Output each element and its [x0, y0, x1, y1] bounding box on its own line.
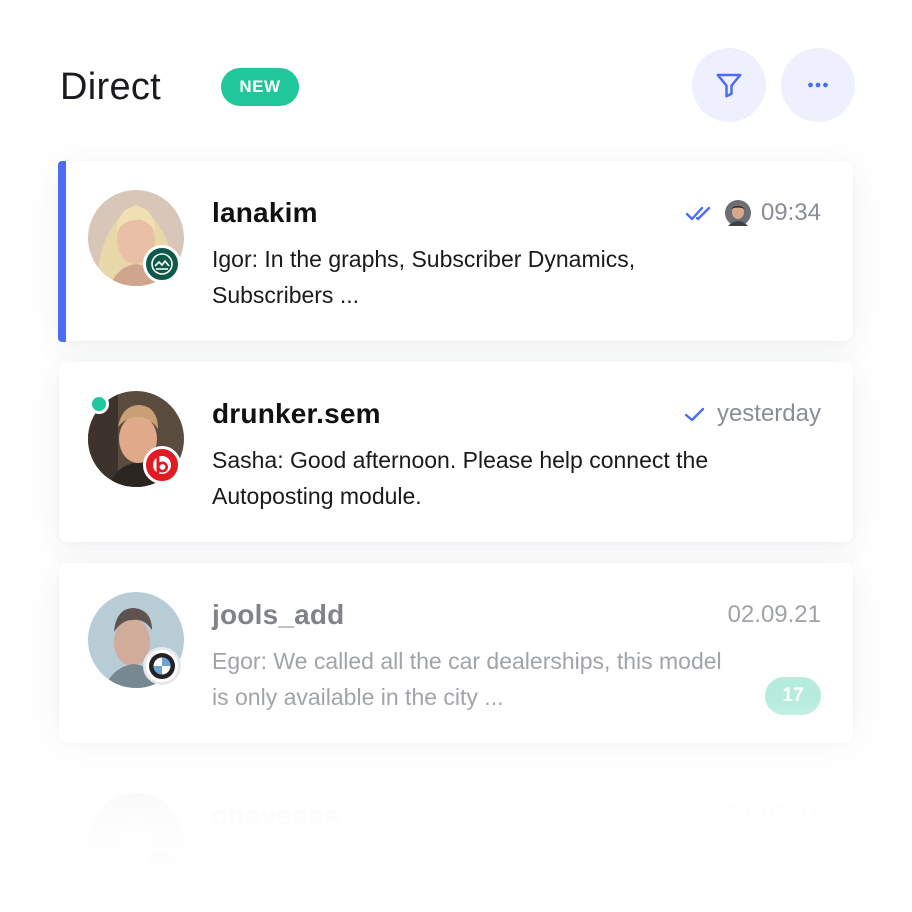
conversation-time: 09:34	[760, 199, 821, 226]
unread-count-badge: 17	[765, 677, 821, 715]
agent-avatar-icon	[724, 200, 751, 226]
conversation-meta: 09:34	[685, 199, 821, 227]
conversation-time: 31.08.21	[727, 802, 821, 829]
conversation-time: 02.09.21	[727, 601, 821, 628]
conversation-meta: yesterday	[683, 400, 821, 428]
conversation-item-drunker-sem[interactable]: drunker.sem Sasha: Good afternoon. Pleas…	[59, 362, 853, 542]
conversation-meta: 02.09.21	[728, 601, 821, 629]
header: Direct NEW	[0, 0, 912, 160]
conversation-preview: Egor: We called all the car dealerships,…	[212, 648, 722, 710]
brand-logo-icon	[143, 245, 181, 283]
brand-logo-icon	[143, 848, 181, 886]
online-indicator	[89, 394, 109, 414]
filter-button[interactable]	[692, 48, 766, 122]
conversation-preview: Sasha: Good afternoon. Please help conne…	[212, 447, 709, 509]
conversation-preview: Igor: In the graphs, Subscriber Dynamics…	[212, 246, 636, 308]
conversation-username: lanakim	[212, 197, 318, 228]
bmw-logo-icon	[143, 647, 181, 685]
double-check-icon	[685, 206, 711, 221]
conversation-item-jools-add[interactable]: jools_add Egor: We called all the car de…	[59, 563, 853, 743]
conversation-preview: Jose: On Thursday we have a corporate	[212, 849, 621, 875]
conversation-meta: 31.08.21	[728, 802, 821, 830]
beats-logo-icon	[143, 446, 181, 484]
conversation-username: chavesss	[212, 800, 340, 831]
more-dots-icon	[808, 82, 828, 88]
conversation-item-lanakim[interactable]: lanakim Igor: In the graphs, Subscriber …	[58, 161, 853, 342]
single-check-icon	[684, 407, 705, 422]
new-badge: NEW	[221, 68, 299, 106]
conversation-time: yesterday	[716, 400, 821, 427]
conversation-username: drunker.sem	[212, 398, 381, 429]
page-title: Direct	[60, 66, 162, 108]
filter-icon	[716, 73, 742, 98]
conversation-username: jools_add	[212, 599, 345, 630]
conversation-item-chavesss[interactable]: chavesss Jose: On Thursday we have a cor…	[59, 764, 853, 912]
more-button[interactable]	[781, 48, 855, 122]
